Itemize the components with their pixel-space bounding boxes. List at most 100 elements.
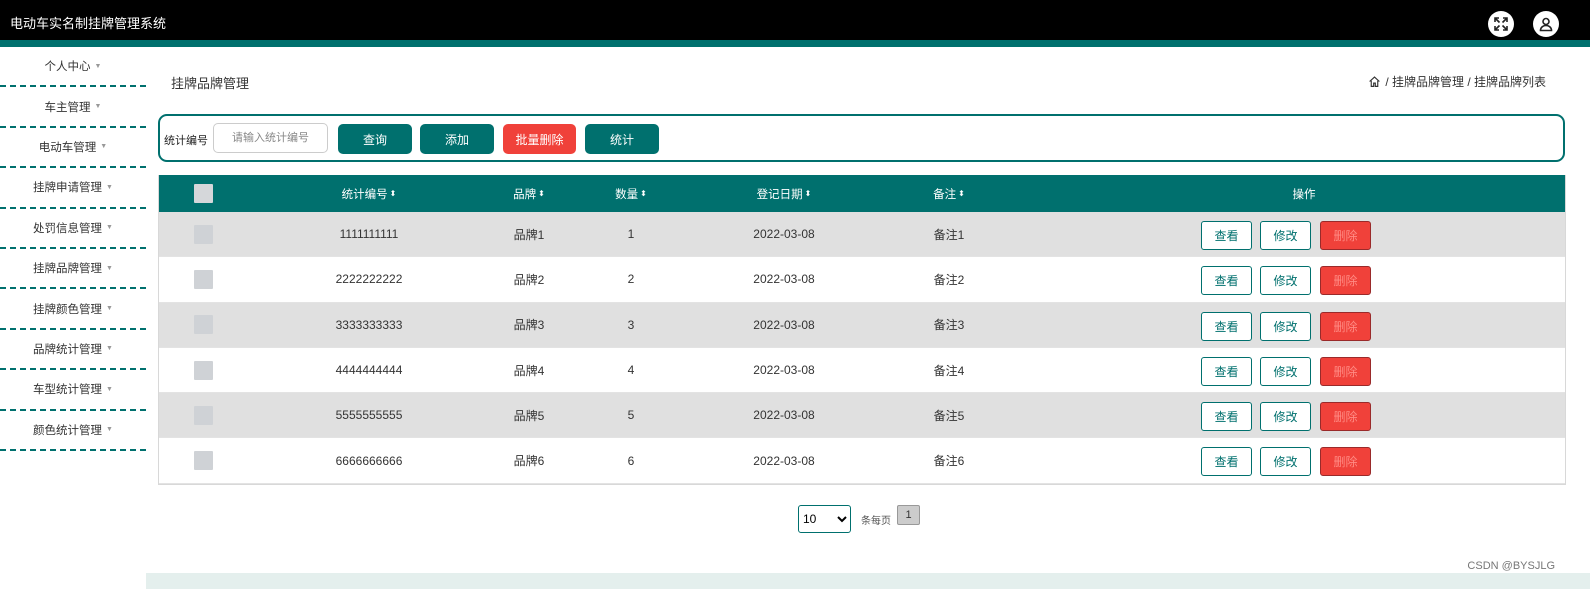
sort-icon: ⬍ [804,189,812,198]
row-checkbox[interactable] [193,224,213,244]
data-table: 统计编号 ⬍ 品牌 ⬍ 数量 ⬍ 登记日期 ⬍ 备注 ⬍ 操作 1111111111 品牌… [158,175,1566,485]
edit-button[interactable]: 修改 [1260,447,1311,477]
delete-button[interactable]: 删除 [1320,311,1371,341]
view-button[interactable]: 查看 [1201,356,1252,386]
sort-icon: ⬍ [389,189,397,198]
cell-note: 备注6 [933,454,965,469]
delete-button[interactable]: 删除 [1320,402,1371,432]
header-ops: 操作 [1292,188,1316,201]
header-brand[interactable]: 品牌 ⬍ [479,175,579,212]
sidebar-item-label: 车主管理 [44,101,91,114]
user-icon[interactable] [1533,11,1559,37]
caret-down-icon: ▼ [106,264,113,272]
cell-note: 备注3 [933,318,965,333]
sidebar-item-label: 个人中心 [44,61,91,74]
cell-qty: 4 [627,363,635,378]
sort-icon: ⬍ [958,189,965,198]
table-header: 统计编号 ⬍ 品牌 ⬍ 数量 ⬍ 登记日期 ⬍ 备注 ⬍ 操作 [159,175,1565,212]
table-row: 3333333333 品牌3 3 2022-03-08 备注3 查看 修改 删除 [159,302,1565,348]
caret-down-icon: ▼ [106,224,113,232]
edit-button[interactable]: 修改 [1260,356,1311,386]
caret-down-icon: ▼ [106,345,113,353]
delete-button[interactable]: 删除 [1320,266,1371,296]
sidebar-item-label: 挂牌颜色管理 [33,303,103,316]
cell-code: 4444444444 [335,363,403,378]
row-checkbox[interactable] [193,269,213,289]
pagination: 10 条每页 1 [798,505,920,533]
header-qty[interactable]: 数量 ⬍ [581,175,681,212]
page-number-button[interactable]: 1 [897,505,920,525]
sidebar-item-plate-color[interactable]: 挂牌颜色管理 ▼ [0,289,146,330]
caret-down-icon: ▼ [100,143,108,151]
cell-qty: 6 [627,453,635,468]
sidebar-item-color-stats[interactable]: 颜色统计管理 ▼ [0,411,146,451]
cell-date: 2022-03-08 [753,227,815,242]
query-button[interactable]: 查询 [338,124,412,154]
sidebar-item-personal-center[interactable]: 个人中心 ▼ [0,47,146,88]
cell-qty: 2 [627,272,635,287]
watermark: CSDN @BYSJLG [1467,560,1555,572]
cell-qty: 3 [627,317,635,332]
row-checkbox[interactable] [193,315,213,335]
breadcrumb-path: / 挂牌品牌管理 / 挂牌品牌列表 [1385,75,1546,89]
edit-button[interactable]: 修改 [1260,221,1311,250]
sidebar-item-plate-brand[interactable]: 挂牌品牌管理 ▼ [0,249,146,290]
sidebar-item-owner-management[interactable]: 车主管理 ▼ [0,87,146,128]
cell-note: 备注2 [933,272,965,287]
sidebar-item-ebike-management[interactable]: 电动车管理 ▼ [0,128,146,169]
add-button[interactable]: 添加 [420,124,494,154]
table-row: 4444444444 品牌4 4 2022-03-08 备注4 查看 修改 删除 [159,347,1565,394]
select-all-checkbox[interactable] [193,184,213,203]
header-note[interactable]: 备注 ⬍ [899,175,999,212]
table-row: 1111111111 品牌1 1 2022-03-08 备注1 查看 修改 删除 [159,212,1565,258]
delete-button[interactable]: 删除 [1320,221,1371,250]
edit-button[interactable]: 修改 [1260,266,1311,296]
stats-button[interactable]: 统计 [585,124,659,154]
sort-icon: ⬍ [538,189,545,198]
sidebar-item-brand-stats[interactable]: 品牌统计管理 ▼ [0,330,146,371]
delete-button[interactable]: 删除 [1320,356,1371,386]
view-button[interactable]: 查看 [1201,311,1252,341]
breadcrumb: / 挂牌品牌管理 / 挂牌品牌列表 [1368,73,1546,90]
sidebar-item-penalty-info[interactable]: 处罚信息管理 ▼ [0,209,146,249]
header-code[interactable]: 统计编号 ⬍ [289,175,449,212]
edit-button[interactable]: 修改 [1260,311,1311,341]
cell-code: 3333333333 [335,317,403,332]
cell-brand: 品牌5 [513,408,545,423]
cell-date: 2022-03-08 [753,272,815,287]
sidebar-item-label: 颜色统计管理 [33,424,103,437]
sidebar-item-model-stats[interactable]: 车型统计管理 ▼ [0,370,146,411]
cell-brand: 品牌6 [513,454,545,469]
delete-button[interactable]: 删除 [1320,447,1371,477]
header-date[interactable]: 登记日期 ⬍ [704,175,864,212]
header-accent-bar [0,40,1590,47]
search-input[interactable] [213,123,328,153]
edit-button[interactable]: 修改 [1260,402,1311,432]
row-checkbox[interactable] [193,360,213,380]
cell-note: 备注4 [933,363,965,378]
view-button[interactable]: 查看 [1201,266,1252,296]
sort-icon: ⬍ [640,189,647,198]
sidebar-item-label: 处罚信息管理 [33,222,103,235]
sidebar-item-plate-application[interactable]: 挂牌申请管理 ▼ [0,168,146,209]
caret-down-icon: ▼ [106,385,113,393]
view-button[interactable]: 查看 [1201,402,1252,432]
page-size-select[interactable]: 10 [798,505,851,533]
caret-down-icon: ▼ [106,305,113,313]
view-button[interactable]: 查看 [1201,447,1252,477]
row-checkbox[interactable] [193,451,213,471]
fullscreen-icon[interactable] [1488,11,1514,37]
cell-note: 备注1 [933,227,965,242]
batch-delete-button[interactable]: 批量删除 [503,124,576,154]
home-icon[interactable] [1368,75,1381,88]
view-button[interactable]: 查看 [1201,221,1252,250]
row-checkbox[interactable] [193,405,213,425]
footer-strip [146,573,1590,589]
page-size-label: 条每页 [861,515,891,527]
cell-brand: 品牌2 [513,272,545,287]
table-row: 5555555555 品牌5 5 2022-03-08 备注5 查看 修改 删除 [159,393,1565,439]
cell-qty: 5 [627,408,635,423]
table-row: 2222222222 品牌2 2 2022-03-08 备注2 查看 修改 删除 [159,257,1565,303]
table-row: 6666666666 品牌6 6 2022-03-08 备注6 查看 修改 删除 [159,438,1565,484]
sidebar-item-label: 电动车管理 [38,141,97,154]
